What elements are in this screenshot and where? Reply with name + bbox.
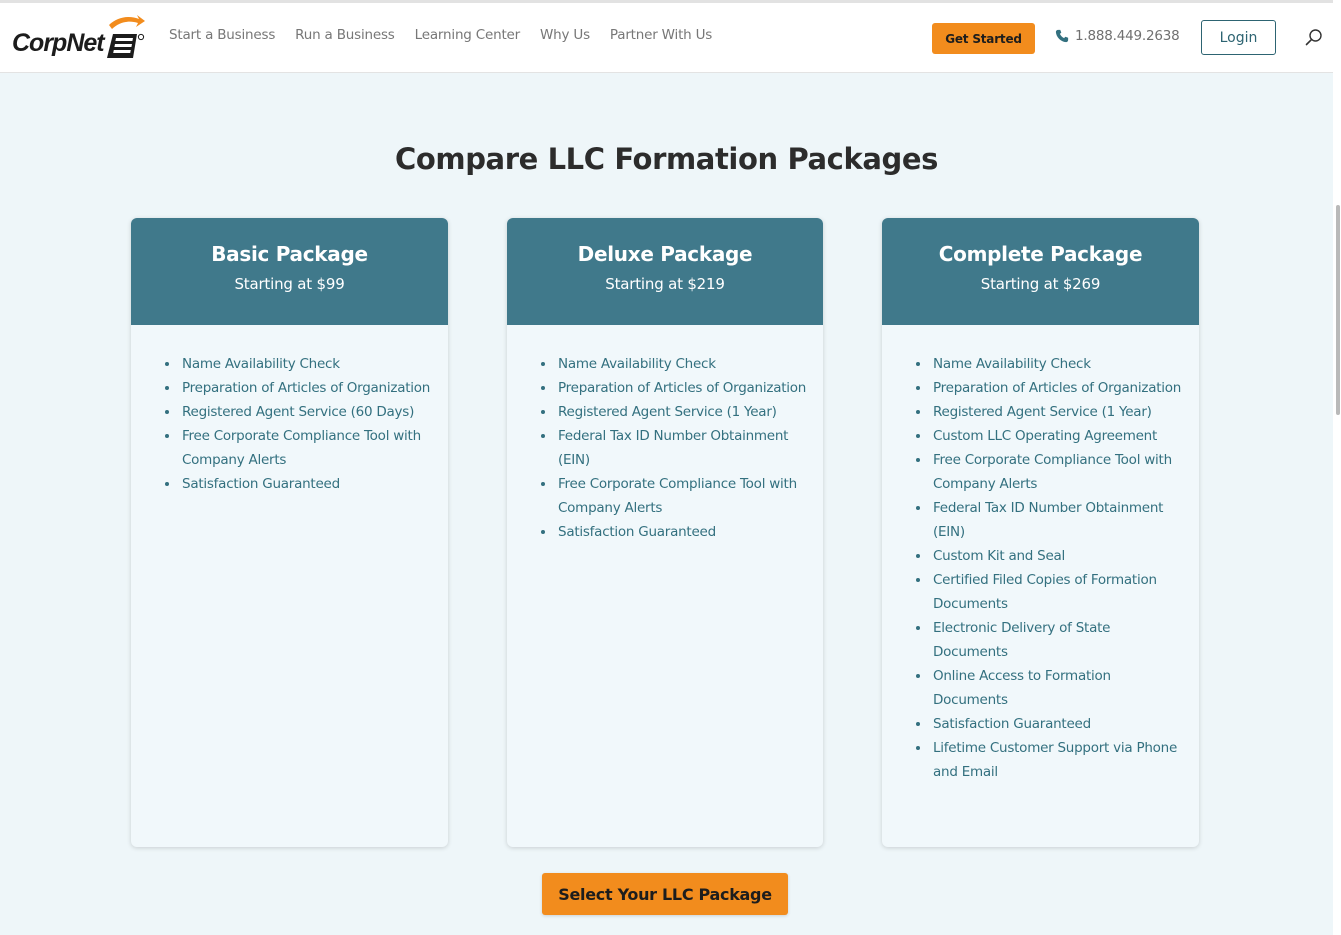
package-price: Starting at $99 [234,275,345,293]
package-card-complete: Complete Package Starting at $269 Name A… [882,218,1199,847]
package-card-basic: Basic Package Starting at $99 Name Avail… [131,218,448,847]
package-name: Complete Package [938,242,1143,266]
feature-item: Satisfaction Guaranteed [541,520,811,544]
feature-item: Custom Kit and Seal [916,544,1187,568]
package-price: Starting at $219 [605,275,725,293]
feature-item: Name Availability Check [916,352,1187,376]
feature-item: Federal Tax ID Number Obtainment (EIN) [916,496,1187,544]
phone-icon [1055,29,1069,43]
feature-item: Custom LLC Operating Agreement [916,424,1187,448]
feature-item: Name Availability Check [541,352,811,376]
package-card-header: Deluxe Package Starting at $219 [507,218,823,325]
feature-item: Registered Agent Service (60 Days) [165,400,436,424]
feature-item: Free Corporate Compliance Tool with Comp… [916,448,1187,496]
scrollbar[interactable] [1333,0,1341,935]
main-nav: Start a Business Run a Business Learning… [169,27,712,43]
feature-list: Name Availability Check Preparation of A… [882,325,1199,784]
page-title: Compare LLC Formation Packages [394,142,939,176]
feature-item: Free Corporate Compliance Tool with Comp… [541,472,811,520]
feature-item: Free Corporate Compliance Tool with Comp… [165,424,436,472]
feature-item: Online Access to Formation Documents [916,664,1187,712]
nav-why-us[interactable]: Why Us [540,27,590,43]
feature-item: Lifetime Customer Support via Phone and … [916,736,1187,784]
get-started-button[interactable]: Get Started [932,23,1035,54]
select-llc-package-button[interactable]: Select Your LLC Package [542,873,788,915]
feature-item: Federal Tax ID Number Obtainment (EIN) [541,424,811,472]
feature-item: Name Availability Check [165,352,436,376]
nav-learning-center[interactable]: Learning Center [415,27,521,43]
nav-start-a-business[interactable]: Start a Business [169,27,275,43]
logo-text: CorpNet [12,29,105,57]
package-card-deluxe: Deluxe Package Starting at $219 Name Ava… [507,218,823,847]
phone-link[interactable]: 1.888.449.2638 [1055,28,1180,44]
package-price: Starting at $269 [980,275,1101,293]
feature-item: Satisfaction Guaranteed [165,472,436,496]
feature-item: Preparation of Articles of Organization [541,376,811,400]
package-card-header: Complete Package Starting at $269 [882,218,1199,325]
feature-item: Registered Agent Service (1 Year) [541,400,811,424]
package-name: Basic Package [211,242,368,266]
feature-item: Registered Agent Service (1 Year) [916,400,1187,424]
package-card-header: Basic Package Starting at $99 [131,218,448,325]
nav-partner-with-us[interactable]: Partner With Us [610,27,712,43]
search-icon[interactable] [1305,28,1323,46]
phone-number: 1.888.449.2638 [1075,28,1180,44]
feature-list: Name Availability Check Preparation of A… [507,325,823,544]
feature-item: Satisfaction Guaranteed [916,712,1187,736]
feature-item: Electronic Delivery of State Documents [916,616,1187,664]
corpnet-logo[interactable]: CorpNet [12,15,145,63]
feature-item: Preparation of Articles of Organization [165,376,436,400]
feature-item: Certified Filed Copies of Formation Docu… [916,568,1187,616]
scrollbar-thumb[interactable] [1336,205,1340,415]
login-button[interactable]: Login [1201,20,1276,55]
site-header: CorpNet Start a Business Run a Business … [0,3,1333,73]
feature-list: Name Availability Check Preparation of A… [131,325,448,496]
feature-item: Preparation of Articles of Organization [916,376,1187,400]
nav-run-a-business[interactable]: Run a Business [295,27,395,43]
logo-document-arrow-icon [107,15,145,58]
package-name: Deluxe Package [577,242,753,266]
